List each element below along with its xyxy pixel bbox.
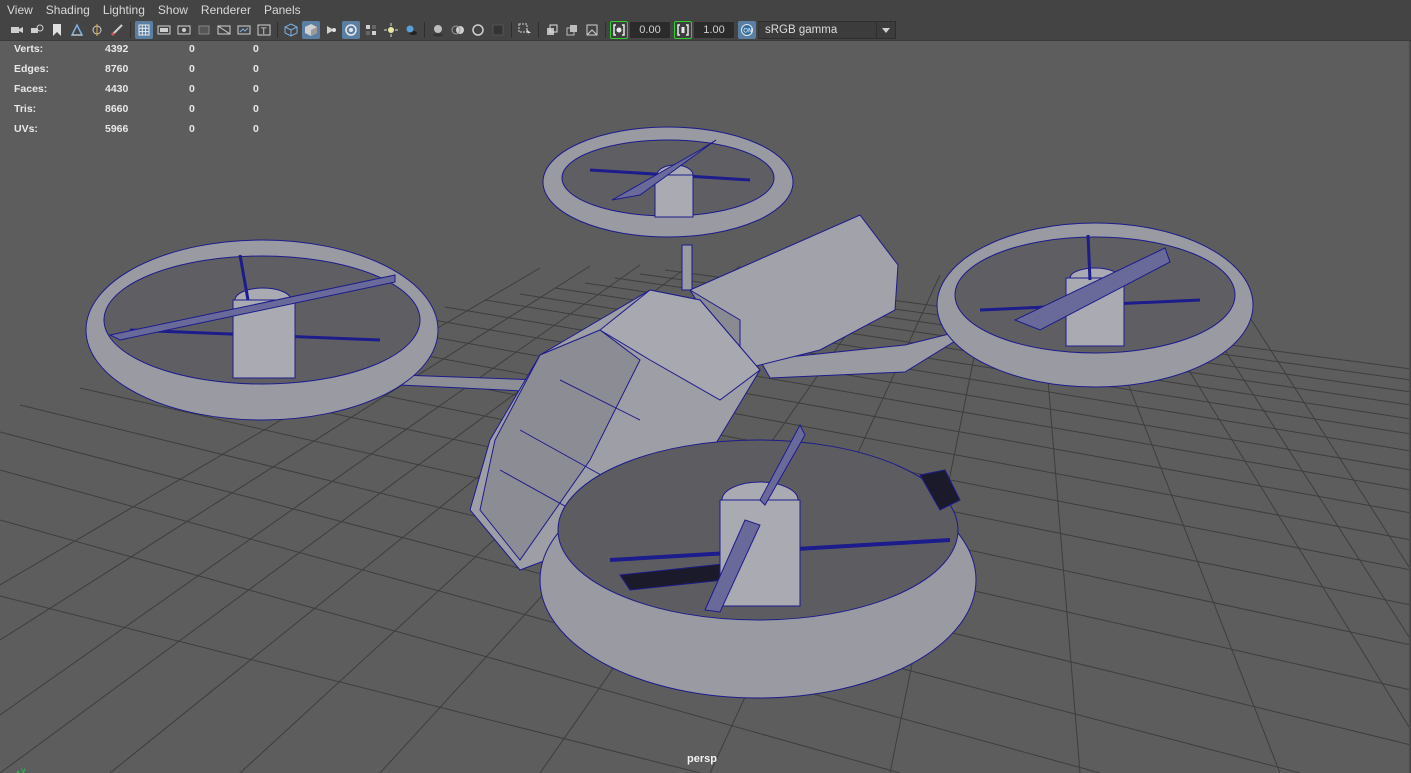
hud-value: 0 bbox=[253, 43, 259, 55]
shadows-icon[interactable] bbox=[402, 21, 420, 39]
hud-value: 0 bbox=[253, 83, 259, 95]
hud-value: 0 bbox=[253, 123, 259, 135]
gamma-icon[interactable] bbox=[674, 21, 692, 39]
hud-label: UVs: bbox=[14, 123, 38, 135]
exposure-icon[interactable] bbox=[610, 21, 628, 39]
default-material-icon[interactable] bbox=[342, 21, 360, 39]
rotor-ring-right bbox=[936, 222, 1254, 388]
color-space-label: sRGB gamma bbox=[765, 24, 838, 36]
hud-value: 0 bbox=[189, 63, 195, 75]
hud-label: Tris: bbox=[14, 103, 37, 115]
hud-value: 0 bbox=[189, 43, 195, 55]
hud-label: Verts: bbox=[14, 43, 44, 55]
viewport-3d[interactable]: y x z bbox=[0, 41, 1411, 773]
svg-text:ON: ON bbox=[743, 28, 752, 35]
menu-panels[interactable]: Panels bbox=[258, 3, 307, 17]
toolbar-separator bbox=[538, 22, 539, 38]
2d-pan-zoom-icon[interactable] bbox=[88, 21, 106, 39]
color-management-icon[interactable]: ON bbox=[738, 21, 756, 39]
hud-value: 5966 bbox=[105, 123, 129, 135]
wireframe-on-shaded-icon[interactable] bbox=[322, 21, 340, 39]
isolate-select-icon[interactable] bbox=[516, 21, 534, 39]
hud-value: 0 bbox=[189, 103, 195, 115]
color-space-dropdown[interactable]: sRGB gamma bbox=[758, 21, 896, 39]
toolbar-separator bbox=[277, 22, 278, 38]
hud-value: 8660 bbox=[105, 103, 129, 115]
rotor-ring-top bbox=[542, 126, 794, 238]
gate-mask-icon[interactable] bbox=[195, 21, 213, 39]
gamma-input[interactable]: 1.00 bbox=[694, 22, 734, 38]
resolution-gate-icon[interactable] bbox=[175, 21, 193, 39]
image-plane-icon[interactable] bbox=[68, 21, 86, 39]
multisample-anti-aliasing-icon[interactable] bbox=[469, 21, 487, 39]
camera-attributes-icon[interactable] bbox=[28, 21, 46, 39]
toolbar-separator bbox=[605, 22, 606, 38]
smooth-shade-icon[interactable] bbox=[302, 21, 320, 39]
grease-pencil-icon[interactable] bbox=[108, 21, 126, 39]
axis-y-label: y bbox=[21, 766, 26, 773]
toolbar-separator bbox=[424, 22, 425, 38]
hud-label: Faces: bbox=[14, 83, 48, 95]
hud-value: 0 bbox=[253, 103, 259, 115]
hud-value: 4430 bbox=[105, 83, 129, 95]
grid-icon[interactable] bbox=[135, 21, 153, 39]
xray-active-components-icon[interactable] bbox=[583, 21, 601, 39]
motion-blur-icon[interactable] bbox=[449, 21, 467, 39]
xray-icon[interactable] bbox=[543, 21, 561, 39]
textured-icon[interactable] bbox=[362, 21, 380, 39]
menu-show[interactable]: Show bbox=[152, 3, 194, 17]
toolbar-separator bbox=[511, 22, 512, 38]
screen-space-ambient-occlusion-icon[interactable] bbox=[429, 21, 447, 39]
axis-gizmo: y x z bbox=[17, 766, 26, 773]
hud-value: 4392 bbox=[105, 43, 129, 55]
menu-renderer[interactable]: Renderer bbox=[195, 3, 257, 17]
scene-render bbox=[0, 126, 1411, 773]
panel-toolbar: T 0.00 1.00 ON sRGB gamma bbox=[0, 20, 1411, 41]
panel-menu-bar: View Shading Lighting Show Renderer Pane… bbox=[0, 0, 1411, 20]
menu-shading[interactable]: Shading bbox=[40, 3, 96, 17]
hud-label: Edges: bbox=[14, 63, 50, 75]
hud-value: 0 bbox=[253, 63, 259, 75]
bookmark-icon[interactable] bbox=[48, 21, 66, 39]
camera-name-label: persp bbox=[687, 753, 717, 765]
select-camera-icon[interactable] bbox=[8, 21, 26, 39]
menu-view[interactable]: View bbox=[0, 3, 39, 17]
wireframe-icon[interactable] bbox=[282, 21, 300, 39]
film-gate-icon[interactable] bbox=[155, 21, 173, 39]
depth-of-field-icon[interactable] bbox=[489, 21, 507, 39]
safe-title-icon[interactable]: T bbox=[255, 21, 273, 39]
menu-lighting[interactable]: Lighting bbox=[97, 3, 151, 17]
xray-joints-icon[interactable] bbox=[563, 21, 581, 39]
hud-value: 0 bbox=[189, 123, 195, 135]
use-all-lights-icon[interactable] bbox=[382, 21, 400, 39]
exposure-input[interactable]: 0.00 bbox=[630, 22, 670, 38]
toolbar-separator bbox=[130, 22, 131, 38]
hud-value: 8760 bbox=[105, 63, 129, 75]
hud-value: 0 bbox=[189, 83, 195, 95]
field-chart-icon[interactable] bbox=[215, 21, 233, 39]
safe-action-icon[interactable] bbox=[235, 21, 253, 39]
svg-text:T: T bbox=[260, 27, 267, 37]
chevron-down-icon bbox=[876, 22, 895, 38]
rotor-ring-left bbox=[85, 239, 439, 421]
